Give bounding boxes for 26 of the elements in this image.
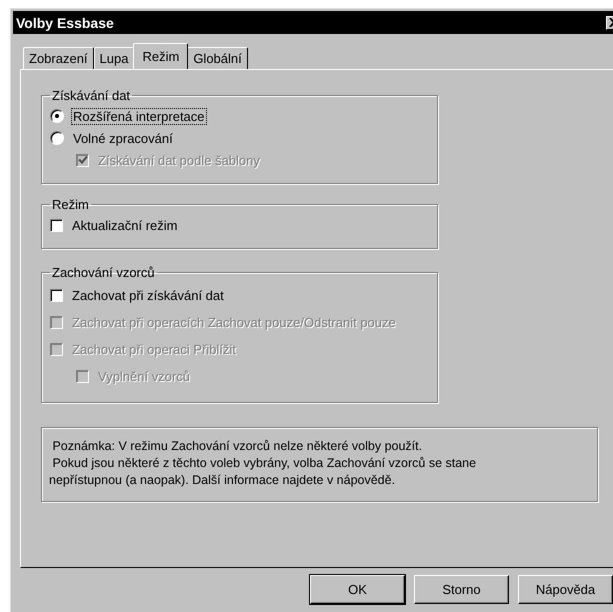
dialog-button[interactable]: Storno — [414, 575, 509, 604]
option-label: Aktualizační režim — [71, 216, 178, 234]
tab[interactable]: Zobrazení — [23, 47, 94, 69]
checkbox[interactable] — [50, 289, 63, 302]
note-text: Poznámka: V režimu Zachování vzorců nelze některé volby použít. — [51, 438, 424, 455]
option-label: Rozšířená interpretace — [71, 108, 207, 124]
window-title: Volby Essbase — [15, 14, 114, 30]
option-label: Zachovat při operaci Přiblížit — [71, 341, 238, 358]
option-label: Zachovat při operacích Zachovat pouze/Odstranit pouze — [71, 314, 397, 331]
radio-button[interactable] — [50, 131, 64, 145]
tab[interactable]: Globální — [187, 47, 248, 69]
checkbox[interactable] — [50, 218, 63, 232]
option-label: Vyplnění vzorců — [97, 368, 192, 385]
group-title: Získávání dat — [51, 88, 132, 103]
note-text: nepřístupnou (a naopak). Další informace najdete v nápovědě. — [49, 472, 396, 489]
note-text: Pokud jsou některé z těchto voleb vybrány, volba Zachování vzorců se stane — [51, 455, 478, 472]
dialog-button[interactable]: OK — [310, 575, 405, 604]
option-label: Volné zpracování — [72, 130, 174, 146]
dialog-button[interactable]: Nápověda — [518, 575, 613, 604]
option-label: Získávání dat podle šablony — [97, 152, 261, 168]
tab[interactable]: Lupa — [94, 47, 134, 69]
option-label: Zachovat při získávání dat — [71, 287, 225, 304]
group-title: Zachování vzorců — [51, 265, 156, 280]
group-title: Režim — [51, 197, 90, 212]
radio-button[interactable] — [50, 109, 64, 123]
tab[interactable]: Režim — [133, 43, 188, 69]
